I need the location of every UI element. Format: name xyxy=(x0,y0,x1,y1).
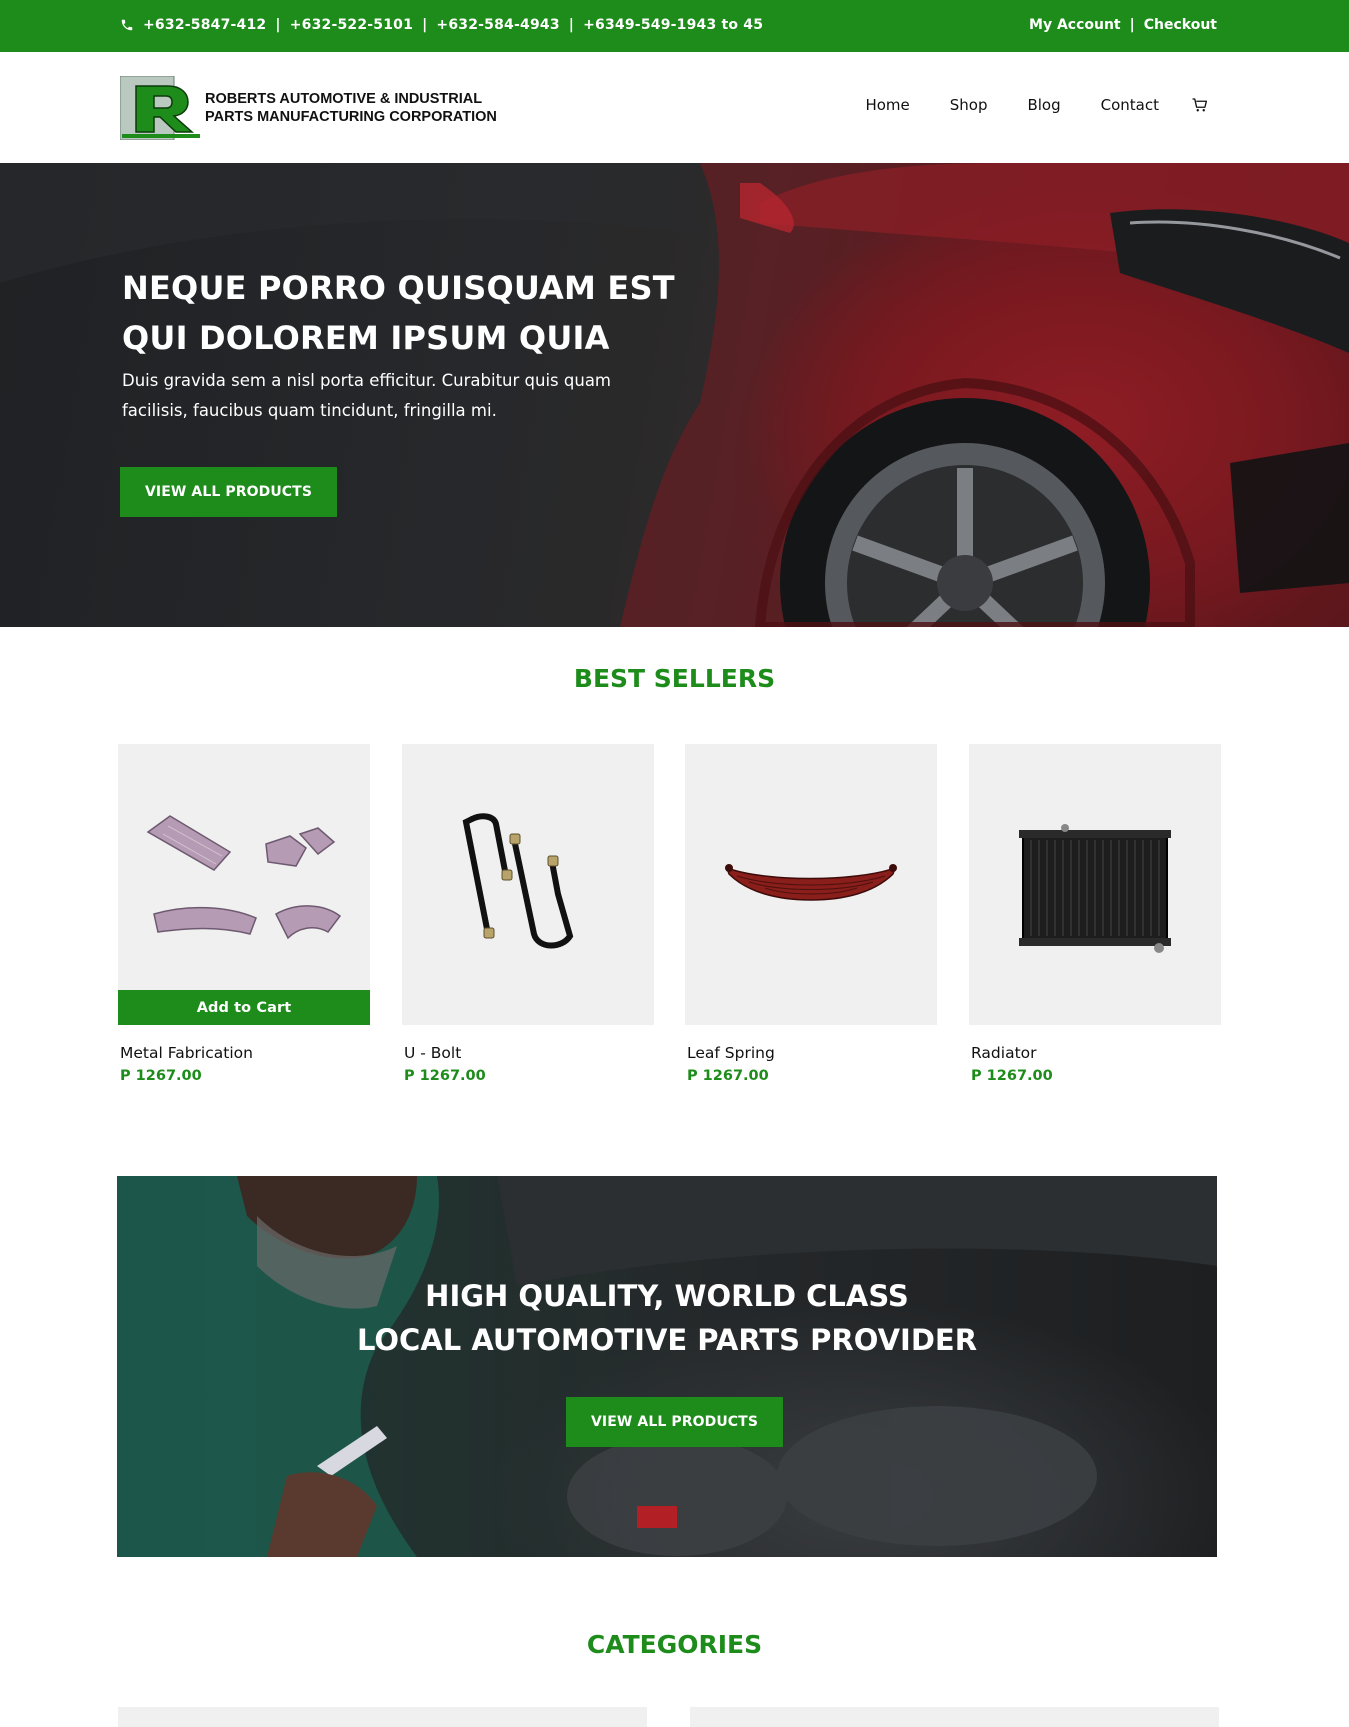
hero-title: NEQUE PORRO QUISQUAM EST QUI DOLOREM IPS… xyxy=(122,269,675,357)
phone-icon xyxy=(121,19,133,31)
hero-view-all-products-button[interactable]: VIEW ALL PRODUCTS xyxy=(120,467,337,517)
separator: | xyxy=(275,17,281,33)
phone-number[interactable]: +632-522-5101 xyxy=(290,17,413,33)
product-price: P 1267.00 xyxy=(404,1068,486,1084)
product-name[interactable]: U - Bolt xyxy=(404,1044,654,1062)
promo-banner: HIGH QUALITY, WORLD CLASS LOCAL AUTOMOTI… xyxy=(117,1176,1217,1557)
checkout-link[interactable]: Checkout xyxy=(1144,17,1217,33)
best-sellers-title: BEST SELLERS xyxy=(573,664,776,693)
banner-heading-line-1: HIGH QUALITY, WORLD CLASS xyxy=(425,1279,909,1313)
cart-icon[interactable] xyxy=(1191,96,1209,114)
product-price: P 1267.00 xyxy=(120,1068,202,1084)
banner-heading-line-2: LOCAL AUTOMOTIVE PARTS PROVIDER xyxy=(356,1323,978,1357)
product-image[interactable] xyxy=(969,744,1221,1025)
category-card[interactable] xyxy=(118,1707,647,1727)
product-name[interactable]: Radiator xyxy=(971,1044,1221,1062)
phone-number[interactable]: +632-5847-412 xyxy=(143,17,266,33)
account-links: My Account | Checkout xyxy=(1029,17,1217,33)
brand-line-1: ROBERTS AUTOMOTIVE & INDUSTRIAL xyxy=(205,91,483,107)
brand-line-2: PARTS MANUFACTURING CORPORATION xyxy=(205,109,497,125)
product-name[interactable]: Leaf Spring xyxy=(687,1044,937,1062)
site-header: ROBERTS AUTOMOTIVE & INDUSTRIAL PARTS MA… xyxy=(0,52,1349,163)
product-image[interactable] xyxy=(402,744,654,1025)
product-card[interactable]: U - Bolt P 1267.00 xyxy=(402,744,654,1084)
nav-contact[interactable]: Contact xyxy=(1101,96,1159,114)
add-to-cart-button[interactable]: Add to Cart xyxy=(118,990,370,1025)
phone-number[interactable]: +632-584-4943 xyxy=(436,17,559,33)
categories-title: CATEGORIES xyxy=(586,1630,763,1659)
main-nav: Home Shop Blog Contact xyxy=(865,96,1209,114)
hero-banner: NEQUE PORRO QUISQUAM EST QUI DOLOREM IPS… xyxy=(0,163,1349,627)
phone-number[interactable]: +6349-549-1943 to 45 xyxy=(583,17,763,33)
separator: | xyxy=(422,17,428,33)
product-name[interactable]: Metal Fabrication xyxy=(120,1044,370,1062)
category-card[interactable] xyxy=(690,1707,1219,1727)
product-price: P 1267.00 xyxy=(971,1068,1053,1084)
brand-name: ROBERTS AUTOMOTIVE & INDUSTRIAL PARTS MA… xyxy=(205,90,497,126)
nav-blog[interactable]: Blog xyxy=(1027,96,1060,114)
product-card[interactable]: Leaf Spring P 1267.00 xyxy=(685,744,937,1084)
product-price: P 1267.00 xyxy=(687,1068,769,1084)
metal-fabrication-image xyxy=(146,815,342,940)
product-image[interactable]: Add to Cart xyxy=(118,744,370,1025)
banner-heading: HIGH QUALITY, WORLD CLASS LOCAL AUTOMOTI… xyxy=(117,1274,1217,1362)
radiator-image xyxy=(1019,824,1171,953)
hero-subtitle: Duis gravida sem a nisl porta efficitur.… xyxy=(122,371,612,420)
top-bar: +632-5847-412 | +632-522-5101 | +632-584… xyxy=(0,0,1349,52)
company-logo[interactable] xyxy=(120,76,200,140)
my-account-link[interactable]: My Account xyxy=(1029,17,1121,33)
nav-home[interactable]: Home xyxy=(865,96,909,114)
separator: | xyxy=(1129,17,1135,33)
nav-shop[interactable]: Shop xyxy=(950,96,988,114)
product-image[interactable] xyxy=(685,744,937,1025)
u-bolt-image xyxy=(462,813,574,949)
mechanic-image xyxy=(117,1176,1217,1557)
phone-list: +632-5847-412 | +632-522-5101 | +632-584… xyxy=(120,17,763,33)
product-card[interactable]: Add to Cart Metal Fabrication P 1267.00 xyxy=(118,744,370,1084)
separator: | xyxy=(568,17,575,33)
product-card[interactable]: Radiator P 1267.00 xyxy=(969,744,1221,1084)
banner-view-all-products-button[interactable]: VIEW ALL PRODUCTS xyxy=(566,1397,783,1447)
leaf-spring-image xyxy=(725,864,897,901)
